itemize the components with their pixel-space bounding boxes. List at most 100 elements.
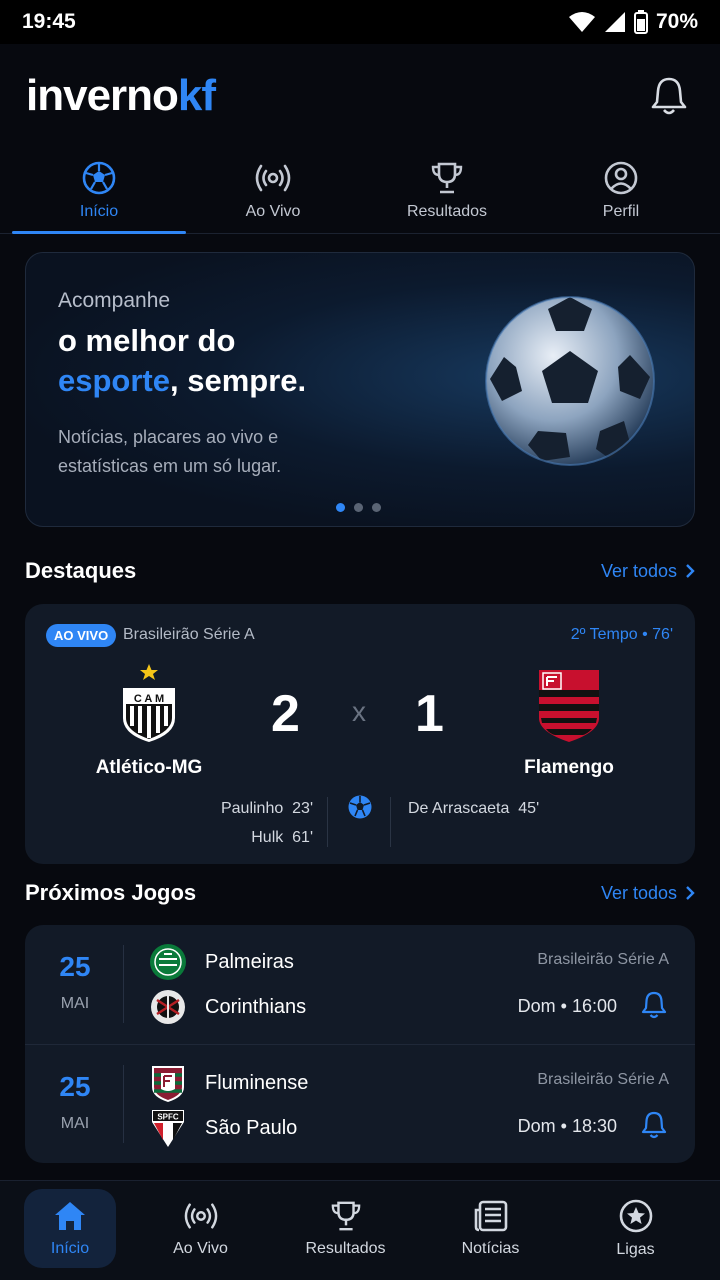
live-badge: AO VIVO [46,624,117,647]
carousel-dot[interactable] [336,503,345,512]
scorer-item: Paulinho 23' [220,800,313,817]
upcoming-fixtures: 25 MAI Palmeiras Corinthians Brasileirão… [25,925,695,1163]
match-league: Brasileirão Série A [123,626,255,643]
scorer-item: De Arrascaeta 45' [408,800,540,817]
fixture-league: Brasileirão Série A [537,1071,669,1088]
match-clock: 2º Tempo • 76' [570,626,673,643]
status-time: 19:45 [22,10,76,33]
nav-noticias[interactable]: Notícias [418,1189,563,1268]
fixture-home-name: Fluminense [205,1071,309,1094]
fixture-day: 25 [59,951,91,982]
upcoming-title: Próximos Jogos [25,880,197,905]
nav-ao-vivo[interactable]: Ao Vivo [128,1189,273,1268]
fixture-league: Brasileirão Série A [537,951,669,968]
bottom-nav: Início Ao Vivo Resultados Notícias Ligas [0,1180,720,1280]
highlights-see-all-link[interactable]: Ver todos [601,561,695,582]
trophy-icon [331,1201,360,1230]
live-match-card[interactable]: AO VIVO Brasileirão Série A 2º Tempo • 7… [25,604,695,864]
home-team[interactable]: C A M Atlético-MG [69,662,229,779]
svg-text:C A M: C A M [134,693,164,705]
fixture-time: Dom • 16:00 [517,996,617,1016]
goal-ball-icon [348,795,372,819]
soccer-ball-image [485,296,655,466]
tab-perfil-label: Perfil [602,202,640,220]
signal-icon [604,12,625,32]
user-circle-icon [604,161,638,194]
tab-inicio[interactable]: Início [12,148,186,234]
status-bar: 19:45 70% [0,0,720,44]
hero-banner[interactable]: Acompanhe o melhor do esporte, sempre. N… [25,252,695,527]
nav-resultados-label: Resultados [305,1239,386,1257]
atletico-mg-crest-icon: C A M [123,664,175,742]
fixture-home-team: Palmeiras [149,943,294,981]
battery-icon [633,10,648,34]
trophy-icon [431,162,463,193]
bell-icon[interactable] [641,1111,667,1139]
highlights-title: Destaques [25,558,137,583]
fixture-home-team: Fluminense [149,1063,308,1103]
score-separator: x [352,696,366,727]
corinthians-crest-icon [151,990,185,1024]
bell-icon[interactable] [641,991,667,1019]
away-scorers: De Arrascaeta 45' [408,794,539,823]
away-team-name: Flamengo [524,757,614,778]
sao-paulo-crest-icon: SPFC [152,1110,184,1147]
broadcast-icon [255,164,291,191]
upcoming-see-all-link[interactable]: Ver todos [601,883,695,904]
tab-ao-vivo[interactable]: Ao Vivo [186,148,360,233]
divider [390,797,391,847]
broadcast-icon [184,1202,217,1229]
hero-subtitle: Notícias, placares ao vivo e estatística… [58,427,282,476]
nav-ligas[interactable]: Ligas [563,1189,708,1268]
fixture-month: MAI [60,995,90,1012]
fixture-row[interactable]: 25 MAI Palmeiras Corinthians Brasileirão… [25,925,695,1044]
star-badge-icon [619,1199,652,1232]
fluminense-crest-icon [152,1066,184,1102]
tab-inicio-label: Início [79,202,119,220]
highlights-header: Destaques Ver todos [25,558,695,584]
hero-title: o melhor do esporte, sempre. [58,323,307,398]
scorer-item: Hulk 61' [251,829,313,846]
nav-inicio[interactable]: Início [24,1189,116,1268]
wifi-icon [568,12,595,32]
divider [327,797,328,847]
home-scorers: Paulinho 23' Hulk 61' [221,794,313,852]
away-team[interactable]: Flamengo [489,668,649,779]
hero-text: Acompanhe o melhor do esporte, sempre. N… [58,289,388,481]
away-score: 1 [415,685,444,743]
fixture-day: 25 [59,1071,91,1102]
fixture-away-team: Corinthians [149,988,306,1026]
svg-text:SPFC: SPFC [157,1113,179,1122]
tab-resultados[interactable]: Resultados [360,148,534,233]
fixture-time: Dom • 18:30 [517,1116,617,1136]
upcoming-header: Próximos Jogos Ver todos [25,880,695,906]
fixture-row[interactable]: 25 MAI Fluminense SPFC São Paulo Brasile… [25,1044,695,1163]
soccer-ball-icon [82,161,116,194]
chevron-right-icon [686,886,695,900]
app-logo: invernokf [26,71,216,120]
nav-ligas-label: Ligas [616,1240,655,1258]
fixture-away-name: São Paulo [205,1116,298,1139]
fixture-away-name: Corinthians [205,995,307,1018]
tab-perfil[interactable]: Perfil [534,148,708,233]
app-header: invernokf [0,44,720,148]
home-score: 2 [271,685,300,743]
fixture-month: MAI [60,1115,90,1132]
status-indicators: 70% [568,10,698,34]
palmeiras-crest-icon [150,944,186,980]
divider [123,1065,124,1143]
newspaper-icon [474,1200,507,1231]
carousel-dots[interactable] [336,503,381,512]
nav-ao-vivo-label: Ao Vivo [173,1239,228,1257]
carousel-dot[interactable] [354,503,363,512]
tab-resultados-label: Resultados [406,202,488,220]
top-tabs: Início Ao Vivo Resultados Perfil [0,148,720,234]
fixture-home-name: Palmeiras [205,950,294,973]
notifications-button[interactable] [644,71,694,121]
tab-ao-vivo-label: Ao Vivo [245,202,301,220]
fixture-away-team: SPFC São Paulo [149,1108,297,1148]
carousel-dot[interactable] [372,503,381,512]
divider [123,945,124,1023]
nav-resultados[interactable]: Resultados [273,1189,418,1268]
bell-icon [651,77,687,115]
